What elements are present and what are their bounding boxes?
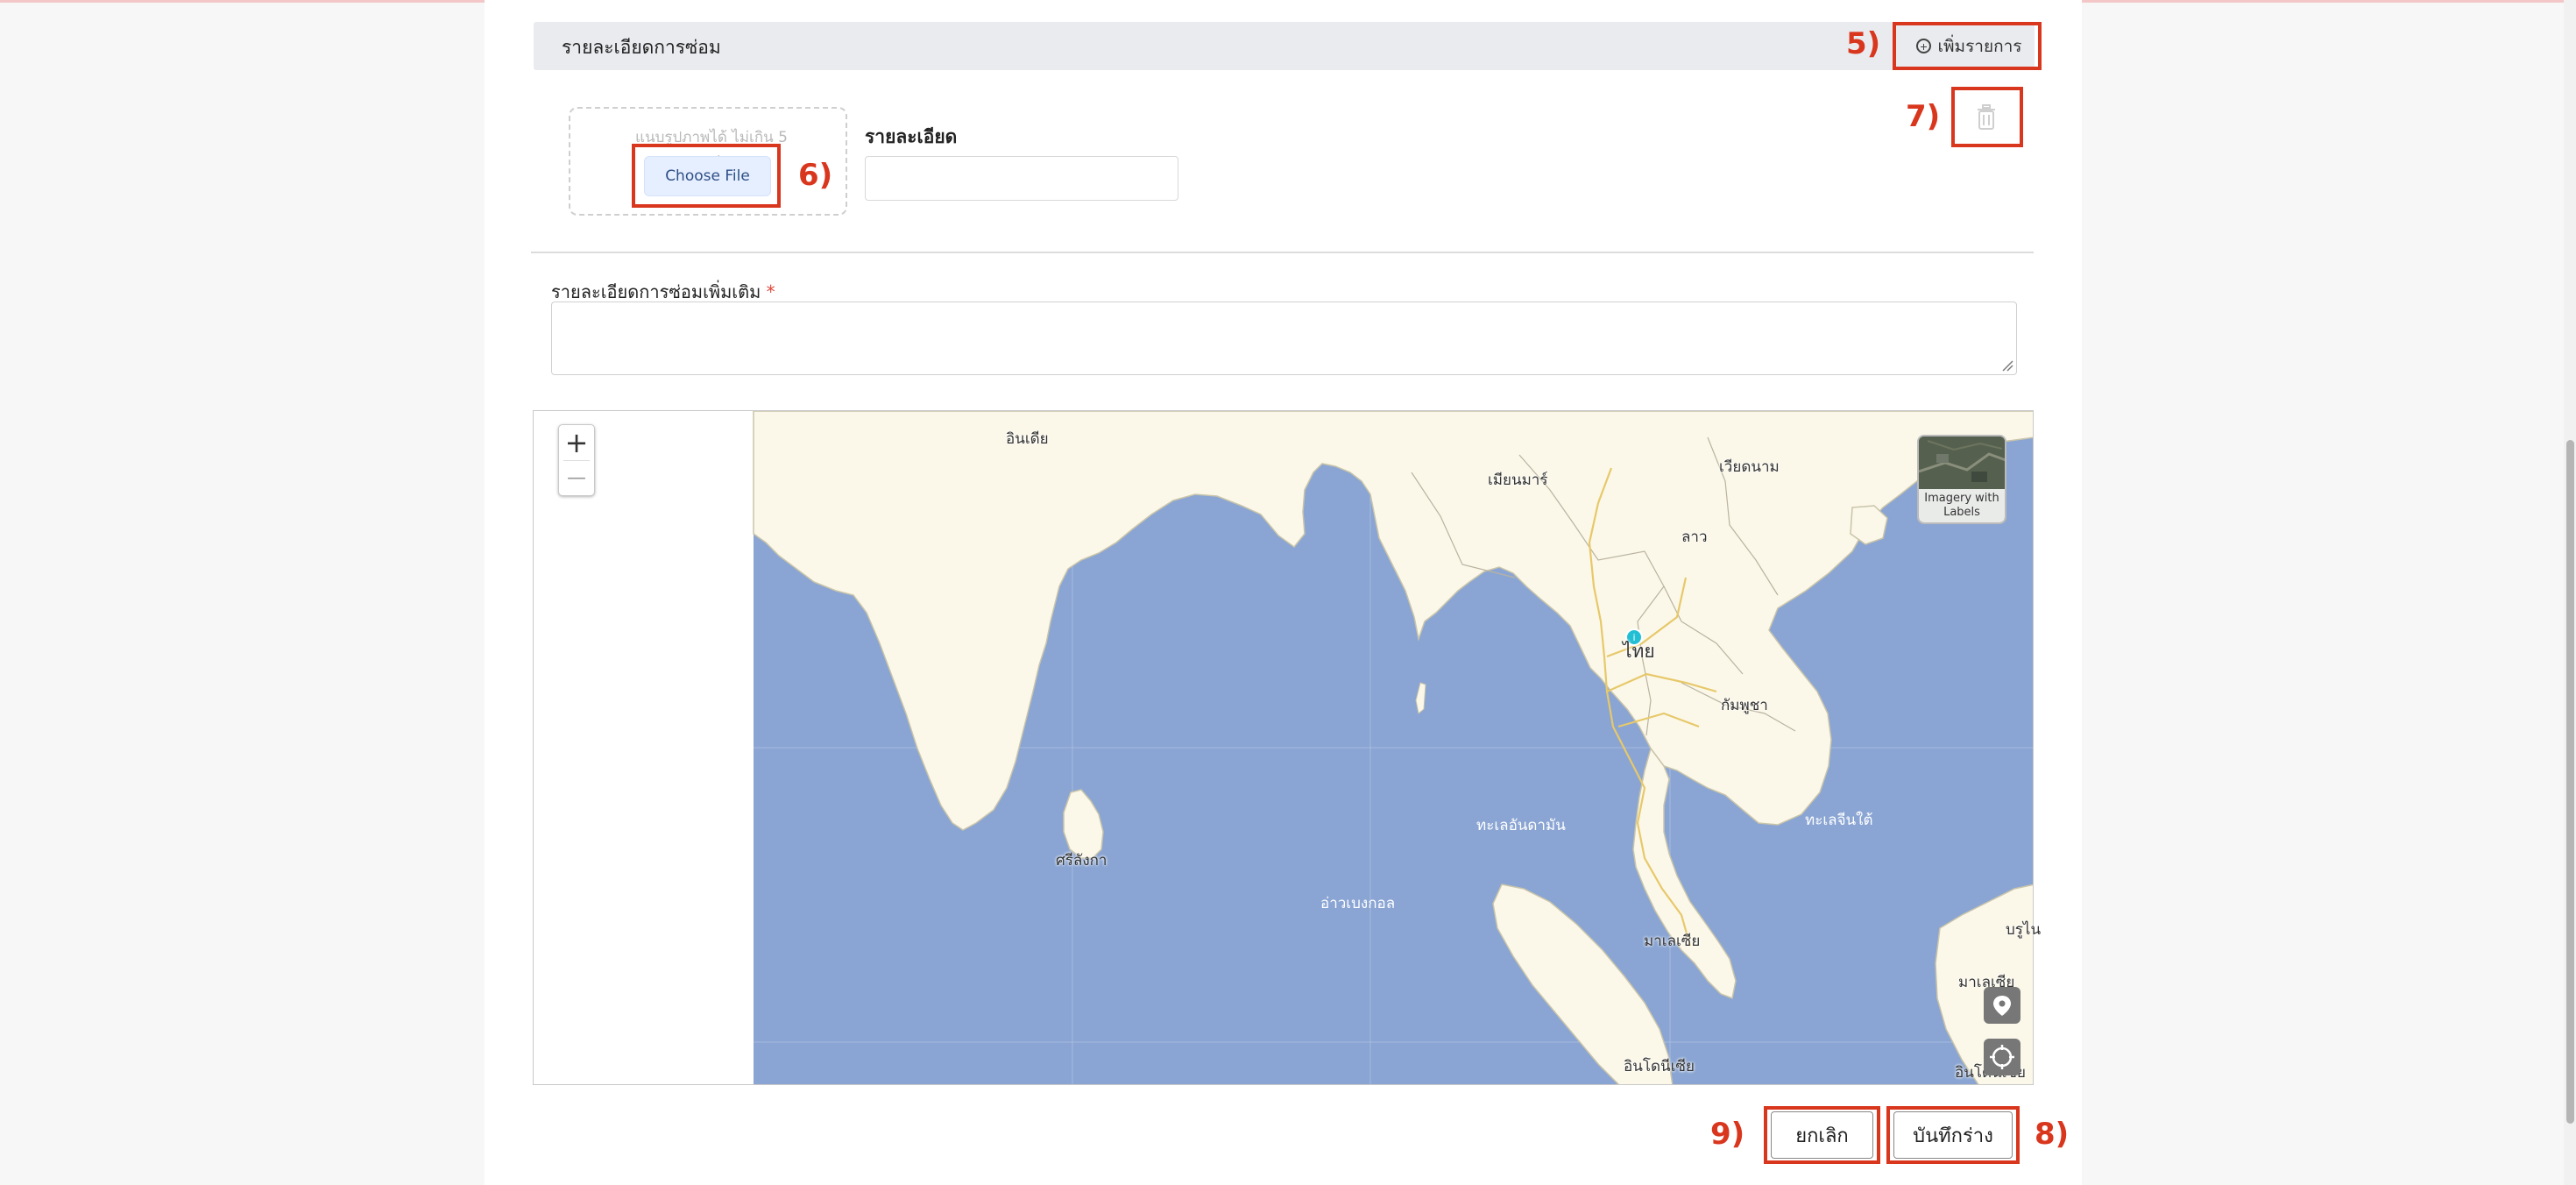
map-label-thailand: ไทย (1623, 641, 1655, 662)
layer-switcher-label: Imagery with Labels (1919, 489, 2005, 522)
map-label-andaman-sea: ทะเลอันดามัน (1476, 817, 1566, 834)
extra-details-label-text: รายละเอียดการซ่อมเพิ่มเติม (551, 281, 761, 302)
map-label-myanmar: เมียนมาร์ (1488, 472, 1548, 489)
extra-details-textarea[interactable] (551, 302, 2017, 375)
map-label-brunei: บรูไน (2006, 921, 2042, 939)
satellite-thumbnail-icon (1919, 436, 2005, 493)
map-label-south-china-sea: ทะเลจีนใต้ (1805, 812, 1873, 829)
add-item-button[interactable]: เพิ่มรายการ (1900, 25, 2038, 67)
map-label-sri-lanka: ศรีลังกา (1056, 852, 1108, 869)
andaman-islands-shape (1415, 682, 1426, 714)
map-label-cambodia: กัมพูชา (1721, 697, 1768, 714)
repair-section-header (534, 22, 2035, 70)
plus-circle-icon (1915, 39, 1931, 53)
map-label-laos: ลาว (1681, 529, 1708, 546)
repair-section-title: รายละเอียดการซ่อม (562, 37, 721, 58)
required-mark: * (766, 281, 775, 302)
map-label-indonesia: อินโดนีเซีย (1624, 1058, 1695, 1075)
map-label-bay-of-bengal: อ่าวเบงกอล (1320, 895, 1396, 912)
add-item-label: เพิ่มรายการ (1937, 37, 2022, 56)
zoom-in-button[interactable]: + (559, 425, 594, 460)
map-view[interactable]: i (533, 410, 2034, 1085)
zoom-out-button[interactable]: — (559, 461, 594, 496)
annotation-box-6 (632, 144, 781, 208)
save-draft-button[interactable]: บันทึกร่าง (1893, 1111, 2013, 1159)
annotation-7: 7) (1906, 99, 1941, 134)
annotation-6: 6) (798, 158, 833, 193)
annotation-9: 9) (1710, 1117, 1745, 1152)
mainland-asia-shape (753, 411, 2033, 831)
map-locate-button[interactable] (1984, 1039, 2020, 1075)
map-canvas: i (534, 411, 2033, 1084)
cancel-button[interactable]: ยกเลิก (1771, 1111, 1873, 1159)
layer-switcher-button[interactable]: Imagery with Labels (1917, 435, 2006, 524)
map-label-malaysia: มาเลเซีย (1644, 933, 1701, 950)
annotation-8: 8) (2035, 1117, 2070, 1152)
map-zoom-control: + — (558, 424, 595, 496)
section-divider (531, 252, 2034, 253)
map-label-india: อินเดีย (1006, 430, 1049, 448)
page-scrollbar-thumb[interactable] (2566, 440, 2574, 1124)
detail-input[interactable] (865, 156, 1178, 201)
detail-label: รายละเอียด (865, 126, 958, 147)
annotation-5: 5) (1846, 26, 1881, 61)
map-label-vietnam: เวียดนาม (1719, 458, 1780, 476)
trash-icon[interactable] (1975, 104, 1998, 131)
crosshair-icon (1990, 1045, 2014, 1069)
location-pin-icon (1993, 996, 2011, 1016)
map-pin-button[interactable] (1984, 987, 2020, 1024)
resize-grip-icon[interactable] (2001, 359, 2013, 372)
